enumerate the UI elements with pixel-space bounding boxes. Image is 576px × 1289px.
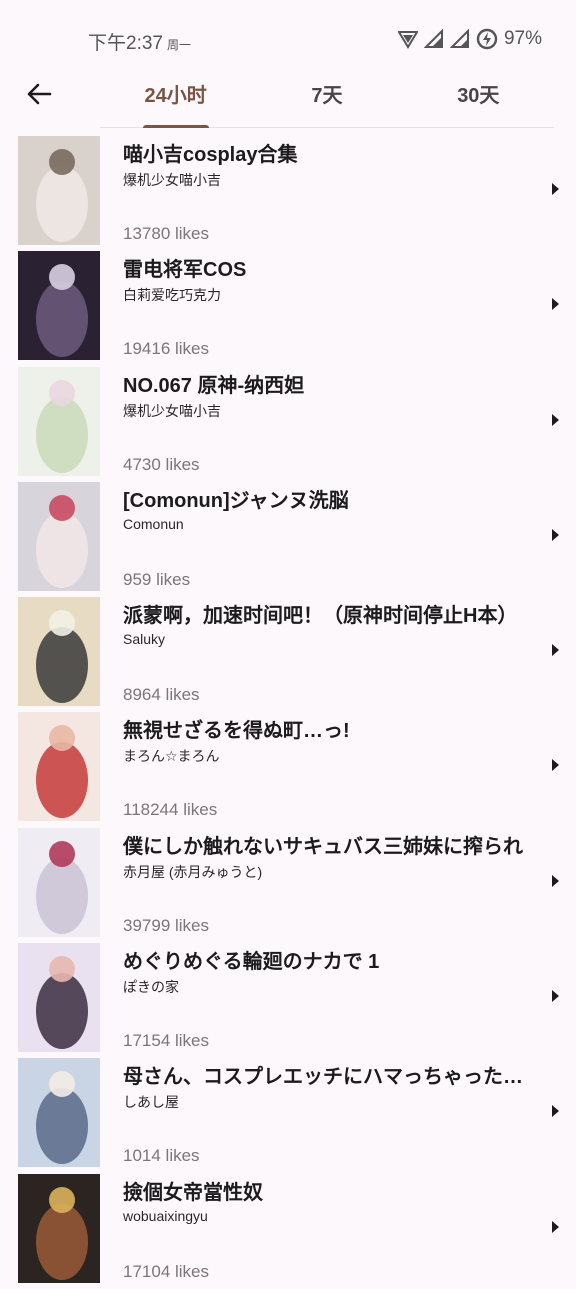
item-likes: 118244 likes <box>123 800 218 820</box>
item-title: 派蒙啊，加速时间吧！（原神时间停止H本） <box>123 605 518 628</box>
chevron-right-icon <box>552 759 559 772</box>
chevron-right-icon <box>552 990 559 1003</box>
item-title: 喵小吉cosplay合集 <box>123 144 298 166</box>
thumbnail-art <box>18 597 100 707</box>
item-author: wobuaixingyu <box>123 1207 208 1224</box>
ranking-list: 喵小吉cosplay合集 爆机少女喵小吉 13780 likes 雷电将军COS… <box>0 136 576 1289</box>
thumbnail-art <box>18 712 100 822</box>
cover-thumbnail <box>18 1173 100 1283</box>
tab-label: 30天 <box>457 85 500 107</box>
item-author: ぽきの家 <box>123 979 179 996</box>
list-item[interactable]: 派蒙啊，加速时间吧！（原神时间停止H本） Saluky 8964 likes <box>0 597 576 712</box>
chevron-right-icon <box>552 183 559 195</box>
chevron-right-icon <box>552 1220 559 1233</box>
item-author: 爆机少女喵小吉 <box>123 402 221 419</box>
item-likes: 17104 likes <box>123 1261 210 1281</box>
item-likes: 959 likes <box>123 569 191 589</box>
app-bar: 24小时 7天 30天 <box>0 60 576 128</box>
item-title: NO.067 原神-纳西妲 <box>123 374 305 397</box>
clock: 下午2:37 <box>88 33 163 54</box>
item-likes: 17154 likes <box>123 1031 210 1051</box>
back-arrow-icon <box>27 83 52 105</box>
list-item[interactable]: [Comonun]ジャンヌ洗脳 Comonun 959 likes <box>0 481 576 597</box>
item-title: 僕にしか触れないサキュバス三姉妹に搾られ <box>123 835 523 858</box>
chevron-right-icon <box>552 644 559 657</box>
item-title: 雷电将军COS <box>123 259 247 282</box>
item-likes: 13780 likes <box>123 224 210 243</box>
tab-24h[interactable]: 24小时 <box>100 60 251 127</box>
thumbnail-art <box>18 827 100 937</box>
cover-thumbnail <box>18 481 100 591</box>
thumbnail-art <box>18 481 100 591</box>
thumbnail-art <box>18 1058 100 1168</box>
thumbnail-art <box>18 1173 100 1283</box>
list-item[interactable]: NO.067 原神-纳西妲 爆机少女喵小吉 4730 likes <box>0 366 576 482</box>
cover-thumbnail <box>18 136 100 245</box>
list-item[interactable]: 撿個女帝當性奴 wobuaixingyu 17104 likes <box>0 1173 576 1289</box>
item-title: [Comonun]ジャンヌ洗脳 <box>123 489 349 512</box>
list-item[interactable]: 雷电将军COS 白莉爱吃巧克力 19416 likes <box>0 251 576 366</box>
back-button[interactable] <box>22 74 56 114</box>
item-title: めぐりめぐる輪廻のナカで 1 <box>123 951 380 974</box>
thumbnail-art <box>18 251 100 361</box>
tab-label: 24小时 <box>144 85 207 107</box>
tab-label: 7天 <box>311 85 343 107</box>
item-author: 赤月屋 (赤月みゅうと) <box>123 863 263 880</box>
item-author: Saluky <box>123 631 166 648</box>
wifi-signal-icon <box>397 31 418 49</box>
list-item[interactable]: 僕にしか触れないサキュバス三姉妹に搾られ 赤月屋 (赤月みゅうと) 39799 … <box>0 827 576 943</box>
item-author: 爆机少女喵小吉 <box>123 172 221 188</box>
thumbnail-art <box>18 366 100 476</box>
cell-signal-icon <box>423 29 443 48</box>
cover-thumbnail <box>18 251 100 361</box>
item-likes: 1014 likes <box>123 1146 200 1166</box>
item-likes: 8964 likes <box>123 685 200 705</box>
weekday: 周一 <box>166 38 191 52</box>
item-author: 白莉爱吃巧克力 <box>123 287 221 304</box>
status-time: 下午2:37 周一 <box>88 28 191 55</box>
item-title: 母さん、コスプレエッチにハマっちゃった… <box>123 1066 523 1089</box>
item-author: しあし屋 <box>123 1094 179 1111</box>
item-author: まろん☆まろん <box>123 748 220 765</box>
chevron-right-icon <box>552 1105 559 1118</box>
list-item[interactable]: 無視せざるを得ぬ町…っ! まろん☆まろん 118244 likes <box>0 712 576 827</box>
chevron-right-icon <box>552 528 559 541</box>
list-item[interactable]: 母さん、コスプレエッチにハマっちゃった… しあし屋 1014 likes <box>0 1058 576 1173</box>
tab-7d[interactable]: 7天 <box>251 60 402 127</box>
cover-thumbnail <box>18 597 100 707</box>
cover-thumbnail <box>18 712 100 822</box>
thumbnail-art <box>18 136 100 245</box>
battery-charging-icon <box>476 28 498 50</box>
item-title: 撿個女帝當性奴 <box>123 1181 263 1204</box>
cover-thumbnail <box>18 366 100 476</box>
battery-level: 97% <box>503 28 542 49</box>
chevron-right-icon <box>552 413 559 426</box>
item-title: 無視せざるを得ぬ町…っ! <box>123 720 350 743</box>
item-likes: 4730 likes <box>123 454 200 474</box>
cover-thumbnail <box>18 1058 100 1168</box>
tab-30d[interactable]: 30天 <box>403 60 554 127</box>
item-likes: 39799 likes <box>123 915 210 935</box>
chevron-right-icon <box>552 874 559 887</box>
thumbnail-art <box>18 943 100 1053</box>
cell-signal-2-icon <box>449 29 469 48</box>
cover-thumbnail <box>18 827 100 937</box>
period-tabs: 24小时 7天 30天 <box>100 60 554 128</box>
cover-thumbnail <box>18 943 100 1053</box>
status-icons: 97% <box>397 28 542 50</box>
list-item[interactable]: めぐりめぐる輪廻のナカで 1 ぽきの家 17154 likes <box>0 943 576 1058</box>
item-author: Comonun <box>123 515 184 532</box>
list-item[interactable]: 喵小吉cosplay合集 爆机少女喵小吉 13780 likes <box>0 136 576 251</box>
chevron-right-icon <box>552 298 559 311</box>
item-likes: 19416 likes <box>123 339 210 359</box>
